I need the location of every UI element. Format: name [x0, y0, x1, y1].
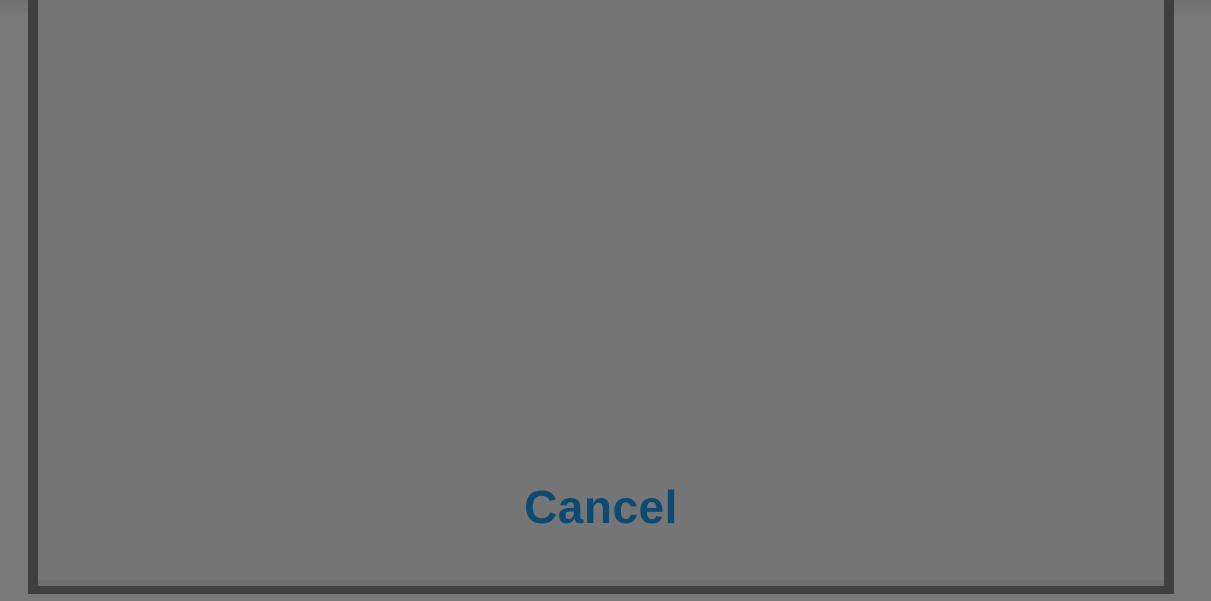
- dialog-bottom-edge: [38, 580, 1164, 586]
- cancel-button[interactable]: Cancel: [38, 481, 1164, 533]
- dialog-panel: Cancel: [28, 0, 1174, 594]
- dimmed-screen-overlay: Cancel: [0, 0, 1211, 601]
